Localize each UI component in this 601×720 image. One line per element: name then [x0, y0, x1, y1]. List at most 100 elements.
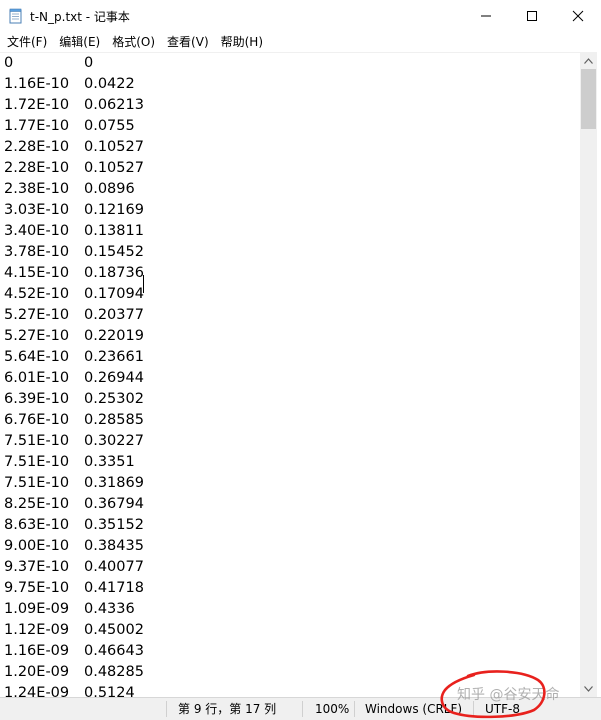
- time-value: 6.01E-10: [4, 370, 70, 386]
- np-value: 0.10527: [84, 160, 144, 176]
- np-value: 0.20377: [84, 307, 144, 323]
- status-separator: [302, 701, 303, 717]
- np-value: 0.5124: [84, 685, 135, 698]
- time-value: 7.51E-10: [4, 475, 70, 491]
- np-value: 0.36794: [84, 496, 144, 512]
- text-line: 7.51E-10 0.3351: [0, 452, 580, 473]
- text-line: 7.51E-10 0.30227: [0, 431, 580, 452]
- np-value: 0.46643: [84, 643, 144, 659]
- time-value: 5.27E-10: [4, 307, 70, 323]
- time-value: 1.77E-10: [4, 118, 70, 134]
- text-line: 3.03E-10 0.12169: [0, 200, 580, 221]
- menu-view[interactable]: 查看(V): [161, 32, 215, 52]
- scroll-down-button[interactable]: [580, 680, 597, 697]
- time-value: 6.39E-10: [4, 391, 70, 407]
- text-line: 1.12E-09 0.45002: [0, 620, 580, 641]
- time-value: 1.09E-09: [4, 601, 70, 617]
- time-value: 5.27E-10: [4, 328, 70, 344]
- menu-format[interactable]: 格式(O): [106, 32, 161, 52]
- text-line: 1.16E-09 0.46643: [0, 641, 580, 662]
- text-line: 6.39E-10 0.25302: [0, 389, 580, 410]
- time-value: 9.37E-10: [4, 559, 70, 575]
- time-value: 1.16E-09: [4, 643, 70, 659]
- text-line: 8.63E-10 0.35152: [0, 515, 580, 536]
- np-value: 0.35152: [84, 517, 144, 533]
- status-separator: [166, 701, 167, 717]
- vertical-scrollbar[interactable]: [580, 52, 597, 697]
- np-value: 0.10527: [84, 139, 144, 155]
- time-value: 6.76E-10: [4, 412, 70, 428]
- text-line: 3.78E-10 0.15452: [0, 242, 580, 263]
- np-value: 0.31869: [84, 475, 144, 491]
- np-value: 0.0755: [84, 118, 135, 134]
- time-value: 8.25E-10: [4, 496, 70, 512]
- text-line: 2.38E-10 0.0896: [0, 179, 580, 200]
- text-line: 6.76E-10 0.28585: [0, 410, 580, 431]
- menu-help[interactable]: 帮助(H): [215, 32, 269, 52]
- time-value: 4.15E-10: [4, 265, 70, 281]
- scroll-thumb[interactable]: [581, 69, 596, 129]
- text-line: 5.64E-10 0.23661: [0, 347, 580, 368]
- time-value: 3.03E-10: [4, 202, 70, 218]
- text-line: 4.15E-10 0.18736: [0, 263, 580, 284]
- status-separator: [354, 701, 355, 717]
- time-value: 4.52E-10: [4, 286, 70, 302]
- text-line: 2.28E-10 0.10527: [0, 137, 580, 158]
- time-value: 9.00E-10: [4, 538, 70, 554]
- close-button[interactable]: [555, 0, 601, 32]
- scroll-down-arrow-icon: [584, 685, 593, 692]
- np-value: 0.26944: [84, 370, 144, 386]
- minimize-icon: [481, 15, 491, 17]
- maximize-icon: [527, 11, 537, 21]
- np-value: 0.40077: [84, 559, 144, 575]
- title-bar[interactable]: t-N_p.txt - 记事本: [0, 0, 601, 32]
- np-value: 0.0896: [84, 181, 135, 197]
- time-value: 8.63E-10: [4, 517, 70, 533]
- text-line: 2.28E-10 0.10527: [0, 158, 580, 179]
- time-value: 1.24E-09: [4, 685, 70, 698]
- text-line: 9.37E-10 0.40077: [0, 557, 580, 578]
- np-value: 0.38435: [84, 538, 144, 554]
- status-cursor-position: 第 9 行，第 17 列: [178, 702, 277, 716]
- np-value: 0.3351: [84, 454, 135, 470]
- text-line: 9.75E-10 0.41718: [0, 578, 580, 599]
- np-value: 0.30227: [84, 433, 144, 449]
- time-value: 1.12E-09: [4, 622, 70, 638]
- text-line: 4.52E-10 0.17094: [0, 284, 580, 305]
- np-value: 0.4336: [84, 601, 135, 617]
- notepad-icon: [8, 8, 24, 24]
- np-value: 0.48285: [84, 664, 144, 680]
- text-line: 6.01E-10 0.26944: [0, 368, 580, 389]
- np-value: 0.12169: [84, 202, 144, 218]
- time-value: 1.20E-09: [4, 664, 70, 680]
- menu-edit[interactable]: 编辑(E): [53, 32, 106, 52]
- menu-file[interactable]: 文件(F): [0, 32, 53, 52]
- time-value: 2.38E-10: [4, 181, 70, 197]
- scroll-up-button[interactable]: [580, 52, 597, 69]
- window-controls: [463, 0, 601, 32]
- time-value: 5.64E-10: [4, 349, 70, 365]
- window-title: t-N_p.txt - 记事本: [30, 9, 130, 24]
- np-value: 0.13811: [84, 223, 144, 239]
- np-value: 0.23661: [84, 349, 144, 365]
- text-line: 1.77E-10 0.0755: [0, 116, 580, 137]
- red-annotation-circle: [440, 670, 546, 719]
- time-value: 7.51E-10: [4, 454, 70, 470]
- np-value: 0.45002: [84, 622, 144, 638]
- np-value: 0.18736: [84, 265, 144, 281]
- time-value: 0: [4, 55, 14, 71]
- minimize-button[interactable]: [463, 0, 509, 32]
- text-line: 8.25E-10 0.36794: [0, 494, 580, 515]
- np-value: 0.41718: [84, 580, 144, 596]
- maximize-button[interactable]: [509, 0, 555, 32]
- np-value: 0.17094: [84, 286, 144, 302]
- time-value: 9.75E-10: [4, 580, 70, 596]
- text-line: 5.27E-10 0.22019: [0, 326, 580, 347]
- notepad-window: t-N_p.txt - 记事本 文件(F) 编辑(E) 格式(O) 查看(V) …: [0, 0, 601, 720]
- status-zoom: 100%: [315, 702, 350, 716]
- time-value: 3.40E-10: [4, 223, 70, 239]
- text-line: 1.16E-10 0.0422: [0, 74, 580, 95]
- text-editor-area[interactable]: 0 0 1.16E-10 0.0422 1.72E-10 0.06213 1.77E-10 0…: [0, 52, 580, 698]
- time-value: 2.28E-10: [4, 160, 70, 176]
- text-line: 1.09E-09 0.4336: [0, 599, 580, 620]
